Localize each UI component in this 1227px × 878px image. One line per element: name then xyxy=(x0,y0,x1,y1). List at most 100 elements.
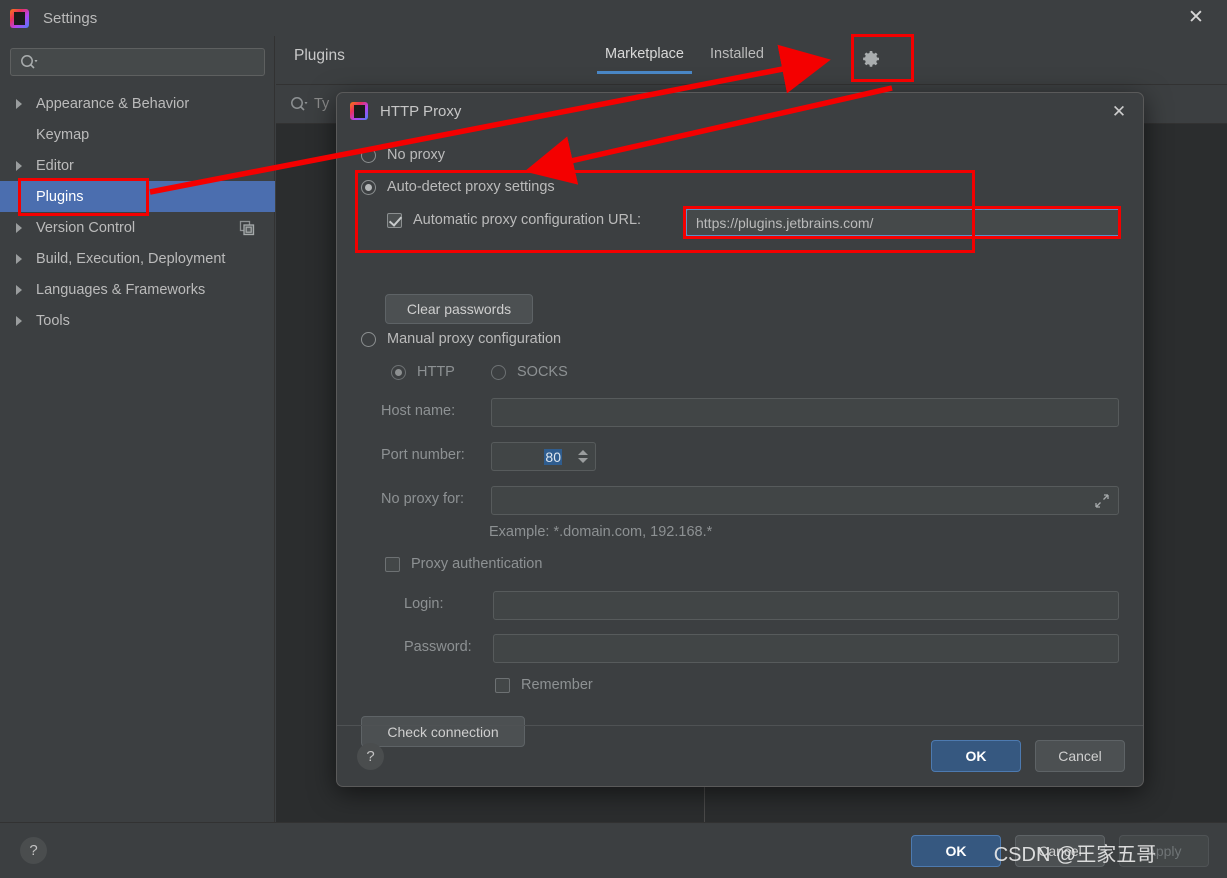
sidebar-item-build-execution-deployment[interactable]: Build, Execution, Deployment xyxy=(0,243,275,274)
auto-config-url-checkbox-row[interactable]: Automatic proxy configuration URL: xyxy=(387,212,641,228)
settings-window: IJ Settings ✕ Appearance & Behavior Keym… xyxy=(0,0,1227,878)
socks-radio[interactable] xyxy=(491,364,506,380)
dialog-titlebar: IJ HTTP Proxy xyxy=(350,102,461,120)
plugins-tabs: Marketplace Installed xyxy=(592,46,777,74)
sidebar-item-label: Editor xyxy=(36,157,74,174)
sidebar-item-label: Keymap xyxy=(36,126,90,143)
proxy-authentication-label: Proxy authentication xyxy=(411,556,543,572)
chevron-right-icon xyxy=(14,315,26,327)
http-proxy-dialog: IJ HTTP Proxy ✕ No proxy Auto-detect pro… xyxy=(336,92,1144,787)
chevron-right-icon xyxy=(14,284,26,296)
tab-installed[interactable]: Installed xyxy=(697,46,777,74)
auto-config-url-value: https://plugins.jetbrains.com/ xyxy=(696,214,874,231)
search-icon xyxy=(21,55,38,69)
manual-proxy-radio[interactable] xyxy=(361,331,376,347)
host-name-input[interactable] xyxy=(491,398,1119,427)
search-input[interactable] xyxy=(10,48,265,76)
auto-config-url-input[interactable]: https://plugins.jetbrains.com/ xyxy=(685,208,1121,237)
manual-proxy-label: Manual proxy configuration xyxy=(387,331,562,347)
no-proxy-radio[interactable] xyxy=(361,147,376,163)
sidebar-item-languages-frameworks[interactable]: Languages & Frameworks xyxy=(0,274,275,305)
manual-proxy-radio-row[interactable]: Manual proxy configuration xyxy=(361,331,561,347)
dialog-help-button[interactable]: ? xyxy=(357,743,384,770)
auto-detect-radio-row[interactable]: Auto-detect proxy settings xyxy=(361,179,555,195)
spinner-down-icon[interactable] xyxy=(578,458,588,463)
sidebar-item-editor[interactable]: Editor xyxy=(0,150,275,181)
sidebar-item-label: Tools xyxy=(36,312,70,329)
http-label: HTTP xyxy=(417,364,455,380)
host-name-label: Host name: xyxy=(381,403,456,419)
sidebar-item-label: Build, Execution, Deployment xyxy=(36,250,226,267)
auto-detect-label: Auto-detect proxy settings xyxy=(387,179,555,195)
clear-passwords-button[interactable]: Clear passwords xyxy=(385,294,533,324)
port-number-value: 80 xyxy=(544,448,562,465)
sidebar-item-version-control[interactable]: Version Control xyxy=(0,212,275,243)
chevron-right-icon xyxy=(14,98,26,110)
port-number-label: Port number: xyxy=(381,447,465,463)
search-icon xyxy=(291,97,308,111)
intellij-idea-icon: IJ xyxy=(10,8,29,28)
no-proxy-radio-row[interactable]: No proxy xyxy=(361,147,445,163)
page-title: Settings xyxy=(43,9,98,27)
sidebar-item-label: Plugins xyxy=(36,188,84,205)
auto-config-url-label: Automatic proxy configuration URL: xyxy=(413,212,642,228)
sidebar-item-label: Version Control xyxy=(36,219,136,236)
copy-windows-icon xyxy=(239,220,255,236)
spinner-up-icon[interactable] xyxy=(578,450,588,455)
socks-radio-row[interactable]: SOCKS xyxy=(491,364,568,380)
port-spinner-arrows[interactable] xyxy=(571,442,596,471)
ok-button[interactable]: OK xyxy=(911,835,1001,867)
intellij-idea-icon: IJ xyxy=(350,102,368,120)
plugins-header: Plugins Marketplace Installed xyxy=(276,36,1227,85)
socks-label: SOCKS xyxy=(517,364,568,380)
login-input[interactable] xyxy=(493,591,1119,620)
dialog-footer-buttons: OK Cancel xyxy=(931,740,1125,772)
sidebar-item-label: Languages & Frameworks xyxy=(36,281,206,298)
proxy-authentication-checkbox-row[interactable]: Proxy authentication xyxy=(385,556,542,572)
sidebar-item-plugins[interactable]: Plugins xyxy=(0,181,275,212)
sidebar-item-appearance-behavior[interactable]: Appearance & Behavior xyxy=(0,88,275,119)
proxy-authentication-checkbox[interactable] xyxy=(385,556,400,572)
expand-icon[interactable] xyxy=(1095,493,1109,508)
port-number-input[interactable]: 80 xyxy=(491,442,571,471)
remember-checkbox-row[interactable]: Remember xyxy=(495,677,593,693)
gear-icon xyxy=(863,51,879,67)
settings-tree: Appearance & Behavior Keymap Editor Plug… xyxy=(0,88,275,336)
dialog-footer: ? OK Cancel xyxy=(337,725,1143,786)
plugin-search-placeholder: Ty xyxy=(314,96,330,112)
http-radio-row[interactable]: HTTP xyxy=(391,364,455,380)
dialog-close-icon[interactable]: ✕ xyxy=(1107,101,1131,123)
plugins-settings-button[interactable] xyxy=(852,40,890,78)
dialog-title: HTTP Proxy xyxy=(380,102,462,120)
auto-config-url-checkbox[interactable] xyxy=(387,212,402,228)
dialog-ok-button[interactable]: OK xyxy=(931,740,1021,772)
close-icon[interactable]: ✕ xyxy=(1183,6,1209,30)
chevron-right-icon xyxy=(14,253,26,265)
chevron-right-icon xyxy=(14,222,26,234)
sidebar-item-keymap[interactable]: Keymap xyxy=(0,119,275,150)
no-proxy-for-label: No proxy for: xyxy=(381,491,464,507)
http-radio[interactable] xyxy=(391,364,406,380)
help-button[interactable]: ? xyxy=(20,837,47,864)
no-chevron-icon xyxy=(14,191,26,203)
port-number-stepper[interactable]: 80 xyxy=(491,442,596,471)
chevron-right-icon xyxy=(14,160,26,172)
no-chevron-icon xyxy=(14,129,26,141)
login-label: Login: xyxy=(404,596,444,612)
remember-label: Remember xyxy=(521,677,593,693)
example-text: Example: *.domain.com, 192.168.* xyxy=(489,524,713,540)
no-proxy-for-input[interactable] xyxy=(491,486,1119,515)
sidebar-item-tools[interactable]: Tools xyxy=(0,305,275,336)
settings-sidebar: Appearance & Behavior Keymap Editor Plug… xyxy=(0,36,275,822)
password-label: Password: xyxy=(404,639,472,655)
tab-marketplace[interactable]: Marketplace xyxy=(592,46,697,74)
no-proxy-label: No proxy xyxy=(387,147,446,163)
window-titlebar: IJ Settings xyxy=(0,0,1227,36)
plugins-heading: Plugins xyxy=(294,47,345,64)
password-input[interactable] xyxy=(493,634,1119,663)
dialog-body: No proxy Auto-detect proxy settings Auto… xyxy=(337,133,1143,747)
remember-checkbox[interactable] xyxy=(495,677,510,693)
dialog-cancel-button[interactable]: Cancel xyxy=(1035,740,1125,772)
auto-detect-radio[interactable] xyxy=(361,179,376,195)
sidebar-item-label: Appearance & Behavior xyxy=(36,95,190,112)
